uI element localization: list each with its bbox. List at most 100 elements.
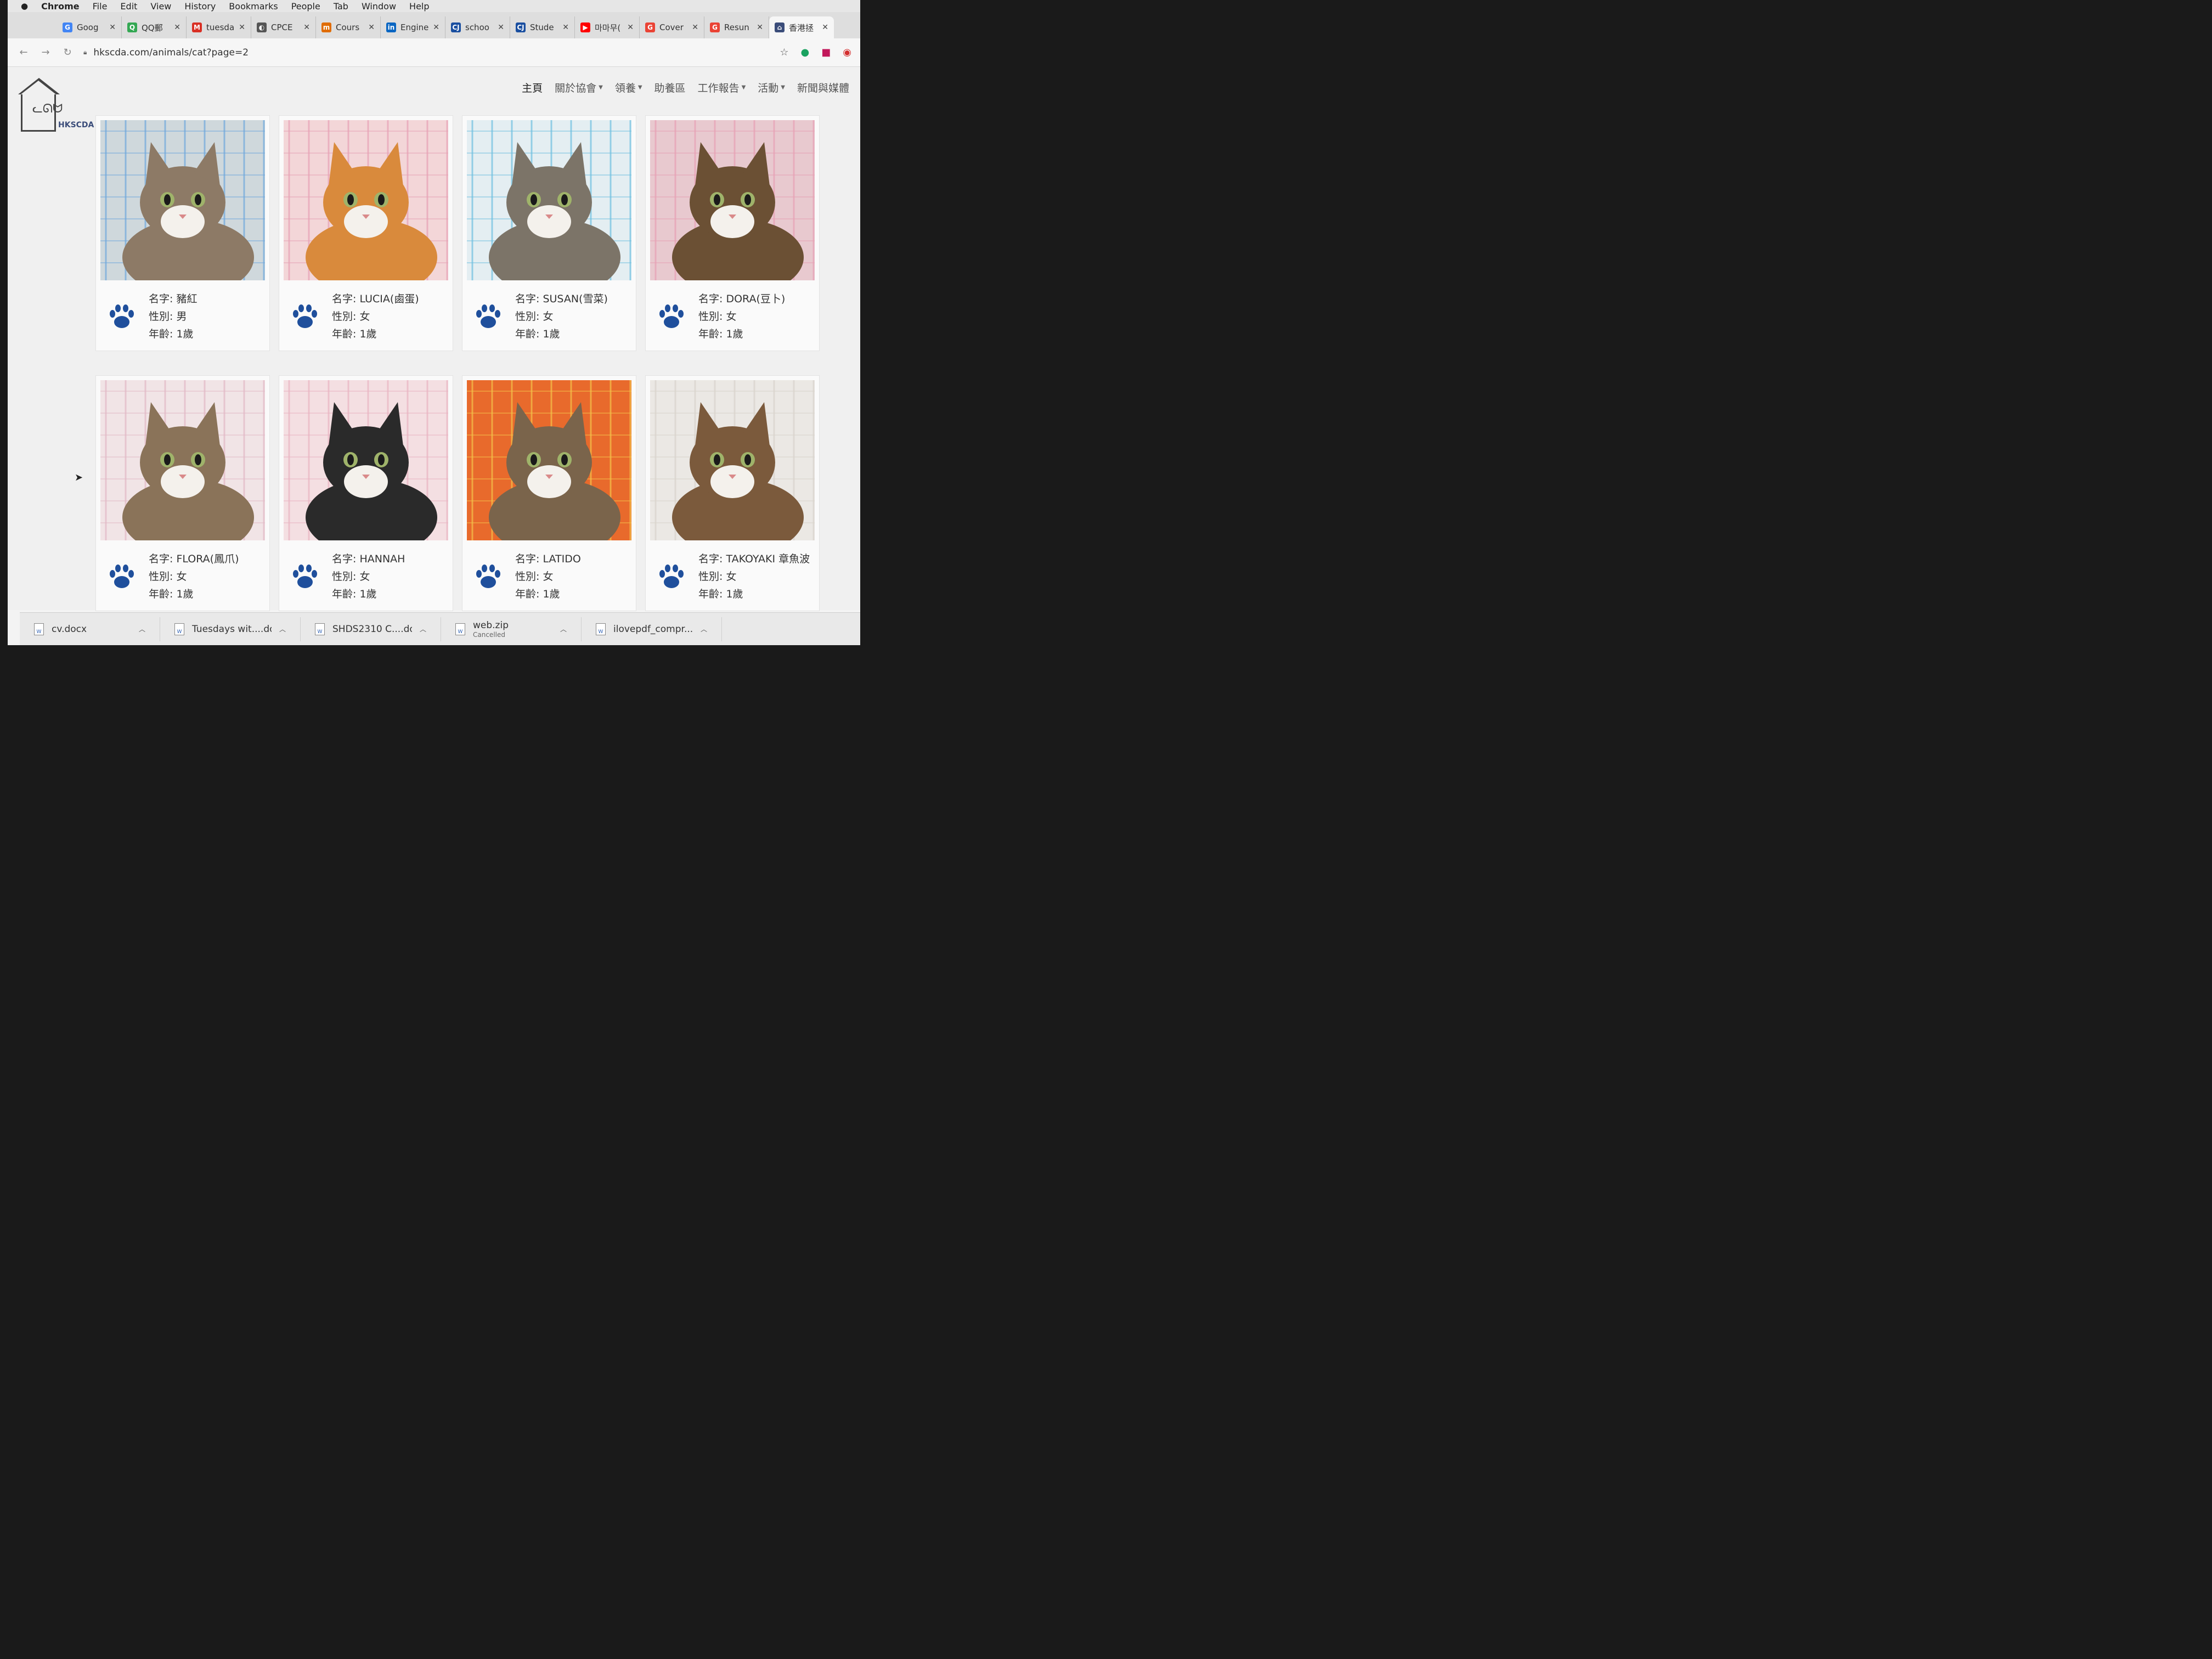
menu-people[interactable]: People: [291, 1, 320, 12]
tab-favicon-icon: ▶: [580, 22, 590, 32]
browser-tab[interactable]: G Resun ✕: [704, 16, 769, 38]
lock-icon[interactable]: 🔒︎: [83, 48, 87, 57]
cat-gender: 性別: 女: [698, 311, 737, 323]
cat-photo[interactable]: [100, 380, 265, 540]
nav-item[interactable]: 助養區: [654, 80, 686, 95]
tab-close-icon[interactable]: ✕: [562, 23, 569, 32]
cat-card[interactable]: 名字: LUCIA(鹵蛋) 性別: 女 年齡: 1歲: [279, 115, 453, 351]
tab-close-icon[interactable]: ✕: [692, 23, 698, 32]
tab-close-icon[interactable]: ✕: [757, 23, 763, 32]
browser-tab[interactable]: ◐ CPCE ✕: [251, 16, 316, 38]
download-item[interactable]: Wilovepdf_compr....zip ︿: [582, 617, 722, 641]
cat-card[interactable]: 名字: DORA(豆卜) 性別: 女 年齡: 1歲: [645, 115, 820, 351]
download-status: Cancelled: [473, 630, 505, 639]
download-item[interactable]: Wweb.zip Cancelled ︿: [441, 617, 582, 641]
browser-tab[interactable]: in Engine ✕: [381, 16, 445, 38]
tab-close-icon[interactable]: ✕: [822, 23, 828, 32]
menu-edit[interactable]: Edit: [120, 1, 137, 12]
tab-title: Resun: [724, 22, 749, 32]
profile-avatar-icon[interactable]: ◉: [843, 47, 851, 58]
menu-window[interactable]: Window: [362, 1, 396, 12]
nav-item[interactable]: 新聞與媒體: [797, 80, 849, 95]
cat-card[interactable]: 名字: 豬紅 性別: 男 年齡: 1歲: [95, 115, 270, 351]
chevron-up-icon[interactable]: ︿: [139, 624, 145, 634]
tab-close-icon[interactable]: ✕: [303, 23, 310, 32]
cat-name: 名字: DORA(豆卜): [698, 293, 786, 305]
browser-tab[interactable]: CJ Stude ✕: [510, 16, 575, 38]
chevron-up-icon[interactable]: ︿: [420, 624, 426, 634]
tab-close-icon[interactable]: ✕: [433, 23, 439, 32]
tab-close-icon[interactable]: ✕: [239, 23, 245, 32]
extension-icons: ☆ ● ■ ◉: [780, 47, 860, 58]
cat-card[interactable]: 名字: SUSAN(雪菜) 性別: 女 年齡: 1歲: [462, 115, 636, 351]
cat-photo[interactable]: [284, 120, 448, 280]
menu-history[interactable]: History: [184, 1, 216, 12]
menu-help[interactable]: Help: [409, 1, 429, 12]
browser-tab[interactable]: ▶ 마마무(✕: [575, 16, 640, 38]
menu-view[interactable]: View: [150, 1, 171, 12]
browser-toolbar: ← → ↻ 🔒︎ hkscda.com/animals/cat?page=2 ☆…: [8, 38, 860, 67]
tab-favicon-icon: G: [710, 22, 720, 32]
cat-photo[interactable]: [100, 120, 265, 280]
browser-tab[interactable]: ⌂ 香港拯 ✕: [769, 16, 834, 38]
nav-item[interactable]: 主頁: [522, 80, 543, 95]
caret-down-icon: ▼: [599, 84, 603, 91]
cat-photo[interactable]: [467, 380, 631, 540]
download-item[interactable]: W SHDS2310 C....docx ︿: [301, 617, 441, 641]
tab-close-icon[interactable]: ✕: [109, 23, 116, 32]
nav-item[interactable]: 活動 ▼: [758, 80, 785, 95]
browser-tab[interactable]: G Goog ✕: [57, 16, 122, 38]
forward-arrow-icon[interactable]: →: [40, 47, 52, 58]
chevron-up-icon[interactable]: ︿: [560, 624, 567, 634]
cat-card[interactable]: 名字: LATIDO 性別: 女 年齡: 1歲: [462, 375, 636, 611]
cat-age: 年齡: 1歲: [698, 588, 743, 600]
tab-close-icon[interactable]: ✕: [174, 23, 180, 32]
tab-title: tuesda: [206, 22, 235, 32]
reload-icon[interactable]: ↻: [61, 47, 74, 58]
cat-photo[interactable]: [650, 380, 815, 540]
cat-info: 名字: DORA(豆卜) 性別: 女 年齡: 1歲: [657, 290, 785, 343]
tab-close-icon[interactable]: ✕: [627, 23, 634, 32]
nav-item-label: 工作報告: [697, 82, 740, 94]
nav-item[interactable]: 關於協會 ▼: [555, 80, 603, 95]
back-arrow-icon[interactable]: ←: [18, 47, 30, 58]
nav-item[interactable]: 工作報告 ▼: [698, 80, 746, 95]
tab-favicon-icon: ◐: [257, 22, 267, 32]
address-bar[interactable]: 🔒︎ hkscda.com/animals/cat?page=2: [83, 43, 687, 62]
cat-card[interactable]: 名字: TAKOYAKI 章魚波 性別: 女 年齡: 1歲: [645, 375, 820, 611]
browser-tab[interactable]: Mtuesda ✕: [187, 16, 251, 38]
bookmark-star-icon[interactable]: ☆: [780, 47, 788, 58]
address-url: hkscda.com/animals/cat?page=2: [93, 47, 249, 58]
download-item[interactable]: Wcv.docx ︿: [20, 617, 160, 641]
site-logo[interactable]: ᓚᘏᗢ HKSCDA: [18, 78, 94, 132]
chevron-up-icon[interactable]: ︿: [279, 624, 286, 634]
apple-icon[interactable]: ●: [21, 1, 28, 11]
browser-tab[interactable]: Q QQ郵 ✕: [122, 16, 187, 38]
cat-photo[interactable]: [650, 120, 815, 280]
cat-photo[interactable]: [467, 120, 631, 280]
cat-photo[interactable]: [284, 380, 448, 540]
media-extension-icon[interactable]: ■: [821, 47, 831, 58]
menu-bookmarks[interactable]: Bookmarks: [229, 1, 278, 12]
cat-card[interactable]: 名字: HANNAH 性別: 女 年齡: 1歲: [279, 375, 453, 611]
browser-tab[interactable]: G Cover ✕: [640, 16, 704, 38]
grammarly-extension-icon[interactable]: ●: [801, 47, 810, 58]
cat-card[interactable]: 名字: FLORA(鳳爪) 性別: 女 年齡: 1歲: [95, 375, 270, 611]
browser-tab[interactable]: CJ schoo ✕: [445, 16, 510, 38]
downloads-bar: Wcv.docx ︿ W Tuesdays wit....docx ︿ W SHDS2310…: [20, 612, 860, 645]
tab-close-icon[interactable]: ✕: [368, 23, 375, 32]
browser-tab[interactable]: m Cours ✕: [316, 16, 381, 38]
nav-item[interactable]: 領養 ▼: [615, 80, 642, 95]
cat-age: 年齡: 1歲: [332, 588, 377, 600]
menubar-app-name[interactable]: Chrome: [41, 1, 80, 12]
cat-info: 名字: FLORA(鳳爪) 性別: 女 年齡: 1歲: [107, 550, 239, 603]
tab-title: Cours: [336, 22, 360, 32]
tab-close-icon[interactable]: ✕: [498, 23, 504, 32]
menu-file[interactable]: File: [93, 1, 108, 12]
cat-gender: 性別: 女: [149, 571, 187, 583]
menu-tab[interactable]: Tab: [334, 1, 348, 12]
download-item[interactable]: W Tuesdays wit....docx ︿: [160, 617, 301, 641]
chevron-up-icon[interactable]: ︿: [701, 624, 707, 634]
cat-name: 名字: SUSAN(雪菜): [515, 293, 608, 305]
tab-favicon-icon: in: [386, 22, 396, 32]
